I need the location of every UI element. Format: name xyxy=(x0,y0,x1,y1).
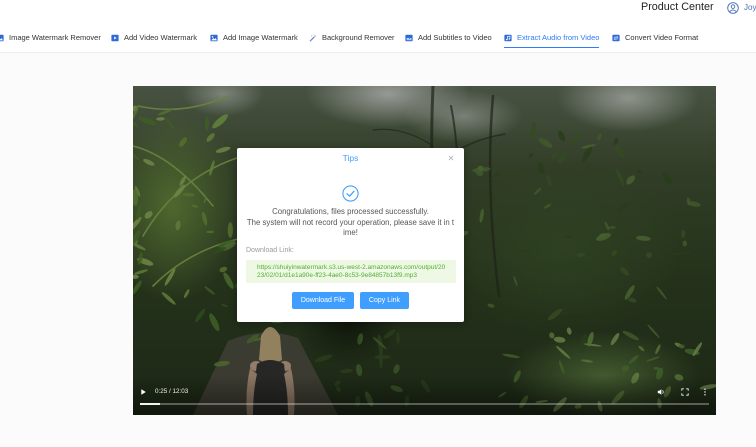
dialog-title: Tips xyxy=(342,153,359,163)
video-progress-bar[interactable] xyxy=(140,403,709,405)
success-check-icon xyxy=(342,185,359,202)
nav-item-label: Image Watermark Remover xyxy=(9,33,101,42)
tool-nav: Image Watermark Remover Add Video Waterm… xyxy=(0,32,756,48)
nav-item-label: Convert Video Format xyxy=(625,33,699,42)
video-progress-fill xyxy=(140,403,160,405)
nav-item-label: Background Remover xyxy=(322,33,395,42)
video-time: 0:25 / 12:03 xyxy=(155,388,189,395)
nav-item-label: Add Video Watermark xyxy=(124,33,197,42)
dialog-actions: Download File Copy Link xyxy=(237,292,464,309)
download-link-label: Download Link: xyxy=(246,247,294,254)
user-name: Joy xyxy=(744,3,756,12)
image-icon xyxy=(210,34,218,42)
nav-item-label: Add Image Watermark xyxy=(223,33,298,42)
top-bar: Product Center Joy Image Watermark Remov… xyxy=(0,0,756,53)
play-icon[interactable] xyxy=(141,389,146,395)
magic-wand-icon xyxy=(309,34,317,42)
video-controls: 0:25 / 12:03 xyxy=(133,375,716,415)
user-icon xyxy=(727,1,739,14)
tips-dialog: Tips Congratulations, files processed su… xyxy=(237,148,464,322)
user-menu[interactable]: Joy xyxy=(727,1,756,14)
nav-item-background-remover[interactable]: Background Remover xyxy=(309,32,395,44)
image-icon xyxy=(0,34,4,42)
dialog-message: Congratulations, files processed success… xyxy=(247,207,455,239)
convert-icon xyxy=(612,34,620,42)
download-file-button[interactable]: Download File xyxy=(292,292,354,309)
success-message: Congratulations, files processed success… xyxy=(272,207,429,216)
nav-item-convert-video-format[interactable]: Convert Video Format xyxy=(612,32,698,44)
audio-icon xyxy=(504,34,512,42)
product-center-link[interactable]: Product Center xyxy=(641,1,714,14)
copy-link-button[interactable]: Copy Link xyxy=(360,292,409,309)
fullscreen-icon[interactable] xyxy=(681,388,689,396)
more-icon[interactable] xyxy=(703,388,707,396)
nav-item-label: Add Subtitles to Video xyxy=(418,33,492,42)
subtitle-icon xyxy=(405,34,413,42)
video-icon xyxy=(111,34,119,42)
nav-item-extract-audio[interactable]: Extract Audio from Video xyxy=(504,32,600,48)
nav-item-image-watermark-remover[interactable]: Image Watermark Remover xyxy=(0,32,101,44)
nav-item-label: Extract Audio from Video xyxy=(517,33,600,42)
download-link[interactable]: https://shuiyinwatermark.s3.us-west-2.am… xyxy=(246,260,456,283)
nav-item-add-subtitles[interactable]: Add Subtitles to Video xyxy=(405,32,492,44)
nav-item-add-image-watermark[interactable]: Add Image Watermark xyxy=(210,32,298,44)
notice-message: The system will not record your operatio… xyxy=(246,217,455,238)
nav-item-add-video-watermark[interactable]: Add Video Watermark xyxy=(111,32,197,44)
volume-icon[interactable] xyxy=(657,388,665,396)
close-icon[interactable] xyxy=(448,155,454,161)
